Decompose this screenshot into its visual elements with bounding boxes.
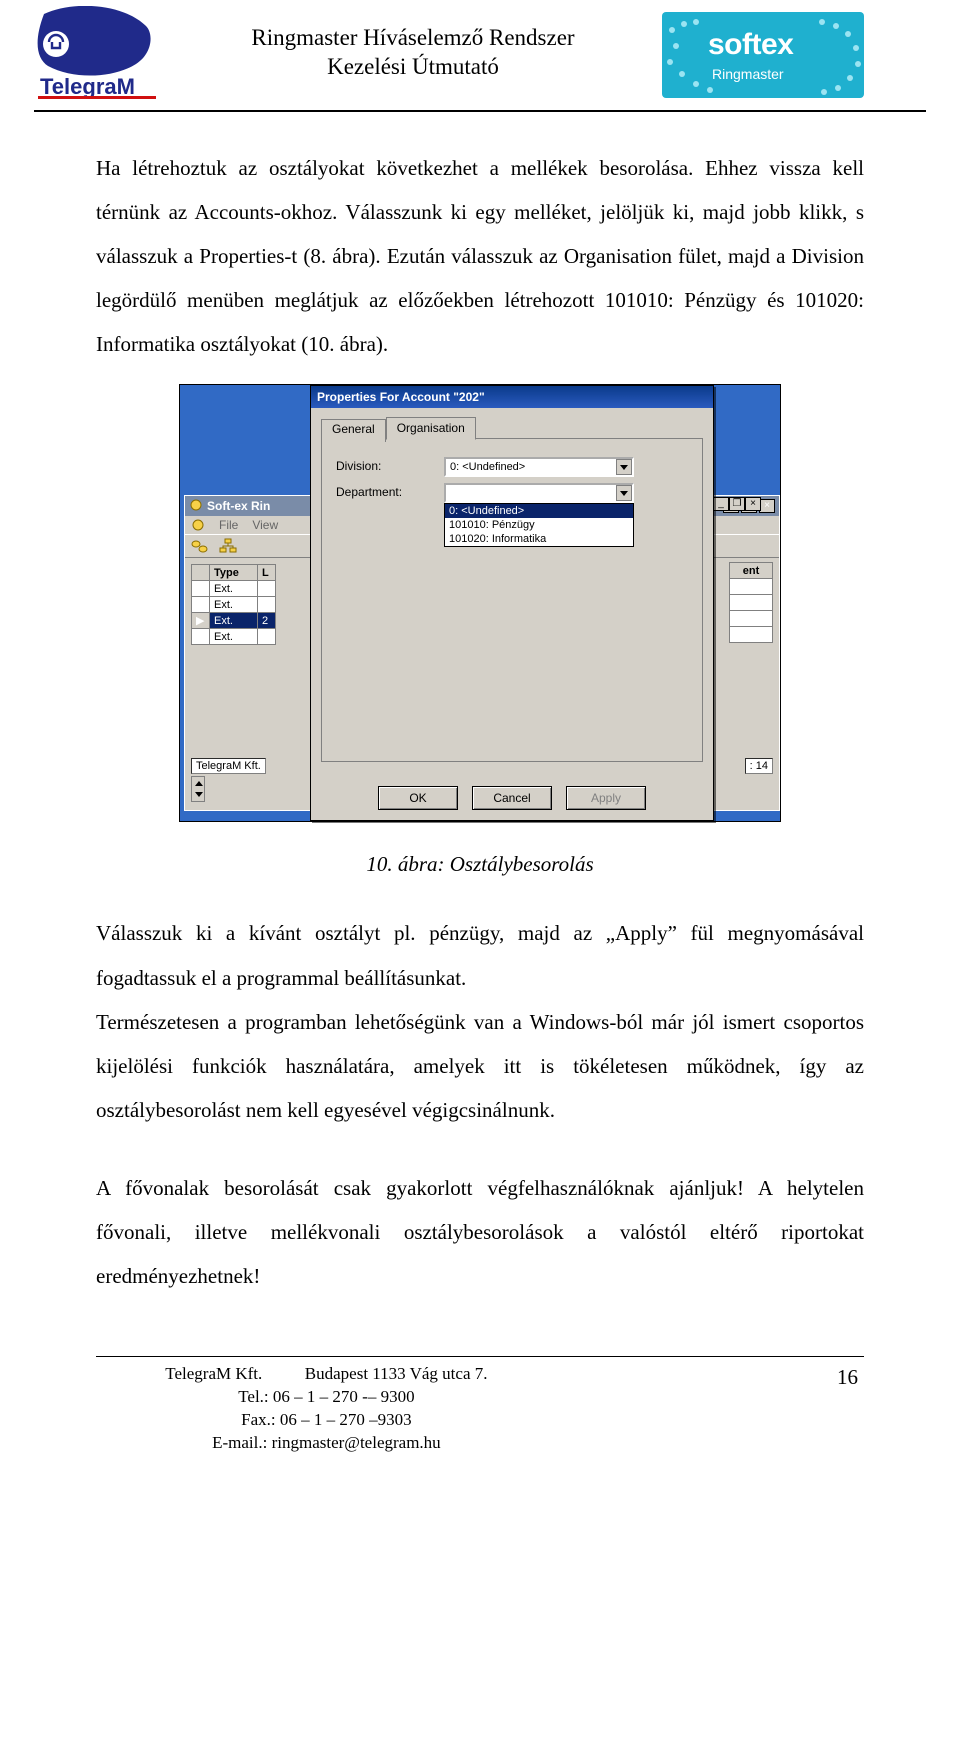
record-spinner[interactable] xyxy=(191,776,205,802)
softex-logo-sub: Ringmaster xyxy=(712,66,784,82)
header-rule xyxy=(34,110,926,112)
paragraph-4: A fővonalak besorolását csak gyakorlott … xyxy=(96,1166,864,1298)
table-row[interactable]: Ext. xyxy=(192,629,276,645)
header-title-2: Kezelési Útmutató xyxy=(176,53,650,82)
dialog-titlebar: Properties For Account "202" xyxy=(311,386,713,408)
menu-file[interactable]: File xyxy=(219,518,238,532)
footer-line-2: Tel.: 06 – 1 – 270 -– 9300 xyxy=(96,1386,557,1409)
department-option[interactable]: 101010: Pénzügy xyxy=(445,518,633,532)
department-option[interactable]: 0: <Undefined> xyxy=(445,504,633,518)
col-type[interactable]: Type xyxy=(210,565,258,581)
softex-logo: softex Ringmaster xyxy=(662,12,864,98)
footer-line-3: Fax.: 06 – 1 – 270 –9303 xyxy=(96,1409,557,1432)
cancel-button[interactable]: Cancel xyxy=(472,786,552,810)
paragraph-3: Természetesen a programban lehetőségünk … xyxy=(96,1000,864,1132)
label-division: Division: xyxy=(336,457,436,473)
col-ent[interactable]: ent xyxy=(730,563,773,579)
page-header: TelegraM Ringmaster Híváselemző Rendszer… xyxy=(0,0,960,100)
department-combo[interactable]: 0: <Undefined> 101010: Pénzügy 101020: I… xyxy=(444,483,634,547)
telegram-logo: TelegraM xyxy=(34,6,164,100)
col-l[interactable]: L xyxy=(258,565,276,581)
dialog-tabs: General Organisation xyxy=(321,416,703,439)
bg-app-menu-icon[interactable] xyxy=(191,518,205,532)
bg-grid-right: ent xyxy=(729,562,773,643)
paragraph-1: Ha létrehoztuk az osztályokat következhe… xyxy=(96,146,864,366)
statusbar-right: : 14 xyxy=(745,758,773,774)
label-department: Department: xyxy=(336,483,436,499)
dialog-title: Properties For Account "202" xyxy=(317,390,485,404)
footer-line-4: E-mail.: ringmaster@telegram.hu xyxy=(96,1432,557,1455)
chevron-down-icon[interactable] xyxy=(616,485,632,501)
page-number: 16 xyxy=(557,1363,864,1455)
body-text-1: Ha létrehoztuk az osztályokat következhe… xyxy=(0,146,960,366)
body-text-2: Válasszuk ki a kívánt osztályt pl. pénzü… xyxy=(0,911,960,1298)
mdi-restore-button[interactable]: ❐ xyxy=(729,497,745,511)
bg-app-icon xyxy=(189,498,203,515)
mdi-child-buttons: _ ❐ × xyxy=(713,497,775,513)
softex-logo-text: softex xyxy=(708,28,793,62)
department-dropdown-list: 0: <Undefined> 101010: Pénzügy 101020: I… xyxy=(444,503,634,547)
paragraph-2: Válasszuk ki a kívánt osztályt pl. pénzü… xyxy=(96,911,864,999)
dialog-button-row: OK Cancel Apply xyxy=(311,786,713,810)
tab-organisation[interactable]: Organisation xyxy=(386,417,476,440)
telegram-logo-text: TelegraM xyxy=(40,74,135,99)
chevron-down-icon[interactable] xyxy=(616,459,632,475)
menu-view[interactable]: View xyxy=(252,518,278,532)
tab-general[interactable]: General xyxy=(321,419,386,442)
screenshot-canvas: Soft-ex Rin _ □ × File View xyxy=(179,384,781,822)
mdi-close-button[interactable]: × xyxy=(745,497,761,511)
figure-caption: 10. ábra: Osztálybesorolás xyxy=(0,852,960,877)
apply-button[interactable]: Apply xyxy=(566,786,646,810)
header-titles: Ringmaster Híváselemző Rendszer Kezelési… xyxy=(176,6,650,82)
table-row-selected[interactable]: ▶ Ext. 2 xyxy=(192,613,276,629)
tab-organisation-page: Division: 0: <Undefined> Department: xyxy=(321,438,703,762)
ok-button[interactable]: OK xyxy=(378,786,458,810)
footer-rule xyxy=(96,1356,864,1357)
page-footer: TelegraM Kft. Budapest 1133 Vág utca 7. … xyxy=(96,1356,864,1455)
header-title-1: Ringmaster Híváselemző Rendszer xyxy=(176,24,650,53)
mdi-minimize-button[interactable]: _ xyxy=(713,497,729,511)
properties-dialog: Properties For Account "202" General Org… xyxy=(310,385,714,821)
footer-line-1: TelegraM Kft. Budapest 1133 Vág utca 7. xyxy=(96,1363,557,1386)
table-row[interactable]: Ext. xyxy=(192,581,276,597)
toolbar-orgchart-icon[interactable] xyxy=(219,538,237,554)
division-combo[interactable]: 0: <Undefined> xyxy=(444,457,634,477)
toolbar-phones-icon[interactable] xyxy=(191,538,209,554)
bg-title-text: Soft-ex Rin xyxy=(207,499,270,513)
figure-10: Soft-ex Rin _ □ × File View xyxy=(179,384,781,822)
statusbar-left: TelegraM Kft. xyxy=(191,758,266,774)
department-option[interactable]: 101020: Informatika xyxy=(445,532,633,546)
division-value: 0: <Undefined> xyxy=(450,461,525,473)
table-row[interactable]: Ext. xyxy=(192,597,276,613)
